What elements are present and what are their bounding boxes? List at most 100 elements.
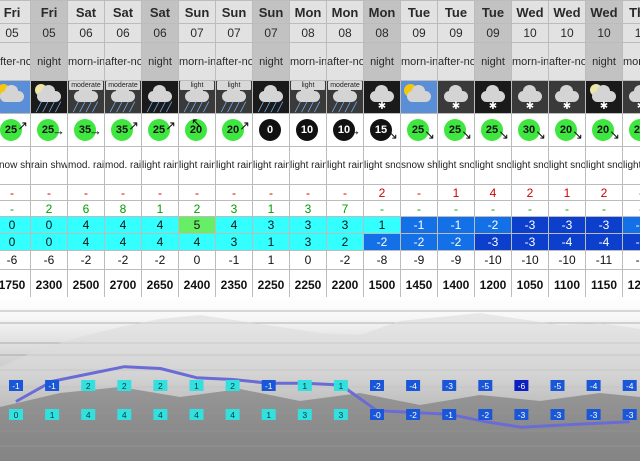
snow-amount-cell: 3 xyxy=(289,200,327,217)
row-weather: ╱╱╱╱ ╱╱╱╱ moderate ╱╱╱╱ moderate ╱╱╱╱ ╱╱╱╱ ligh… xyxy=(0,80,640,114)
weather-icon: ✱ xyxy=(365,82,400,113)
chart-data-label: 4 xyxy=(117,409,132,420)
date-cell: 06 xyxy=(67,23,105,43)
day-cell: Sat xyxy=(141,0,179,24)
chart-label-text: -1 xyxy=(48,381,56,391)
chart-label-text: 2 xyxy=(122,381,127,391)
wind-cell: 10 → xyxy=(326,113,364,147)
rain-amount-cell: - xyxy=(141,184,179,201)
wind-icon: 20 ↗ xyxy=(218,117,250,141)
weather-cell: ╱╱╱╱ xyxy=(141,80,179,114)
temp-min-cell: -3 xyxy=(511,233,549,251)
temp-max-cell: 4 xyxy=(104,216,142,234)
snowflake-icon: ✱ xyxy=(562,101,572,112)
snow-amount-cell: - xyxy=(0,200,31,217)
date-cell: 05 xyxy=(30,23,68,43)
weather-cell: ✱ xyxy=(474,80,512,114)
weather-icon: ╱╱╱╱ moderate xyxy=(106,81,141,113)
weather-icon xyxy=(0,82,30,113)
weather-icon: ╱╱╱╱ light xyxy=(217,81,252,113)
temp-max-cell: -3 xyxy=(511,216,549,234)
chart-data-label: -2 xyxy=(478,409,493,420)
chart-label-text: -1 xyxy=(445,410,453,420)
chart-label-text: -2 xyxy=(409,410,417,420)
chart-data-label: -1 xyxy=(442,409,457,420)
wind-icon: 20 ↘ xyxy=(588,118,620,142)
date-cell: 08 xyxy=(326,23,364,43)
summary-cell: rain shwrs xyxy=(30,146,68,185)
rain-amount-cell: 4 xyxy=(474,184,512,201)
rain-amount-cell: - xyxy=(0,184,31,201)
row-wind-chill: -6-6-2-2-20-110-2-8-9-9-10-10-10-11-9 xyxy=(0,250,640,270)
day-cell: Tue xyxy=(400,0,438,24)
cloud-icon xyxy=(259,85,283,102)
wind-direction-arrow-icon: ↘ xyxy=(461,126,472,142)
chart-data-label: 4 xyxy=(189,409,204,420)
wind-chill-cell: -9 xyxy=(400,250,438,270)
weather-icon: ╱╱╱╱ xyxy=(32,82,67,113)
wind-icon: 30 ↘ xyxy=(514,118,546,141)
time-of-day-cell: morn-ing xyxy=(622,42,640,81)
intensity-tag: light xyxy=(180,81,214,90)
wind-cell: 20 ↘ xyxy=(585,113,623,147)
cloud-icon xyxy=(148,85,172,102)
snow-amount-cell: - xyxy=(548,200,586,217)
temp-min-cell: -4 xyxy=(548,233,586,251)
temp-max-cell: 0 xyxy=(0,216,31,234)
time-of-day-cell: morn-ing xyxy=(511,42,549,81)
snowflake-icon: ✱ xyxy=(451,101,461,112)
time-of-day-cell: after-noon xyxy=(326,42,364,81)
chart-data-label: 1 xyxy=(333,380,348,391)
wind-chill-cell: -6 xyxy=(0,250,31,270)
chart-label-text: 2 xyxy=(230,381,235,391)
rain-amount-cell: - xyxy=(30,184,68,201)
wind-icon: 25 ↗ xyxy=(0,118,28,141)
chart-data-label: -4 xyxy=(406,380,421,391)
snowflake-icon: ✱ xyxy=(377,101,387,112)
temp-max-cell: -2 xyxy=(622,216,640,234)
snow-amount-cell: 6 xyxy=(67,200,105,217)
snow-amount-cell: - xyxy=(585,200,623,217)
rain-amount-cell: - xyxy=(252,184,290,201)
wind-chill-cell: -10 xyxy=(474,250,512,270)
chart-label-text: -2 xyxy=(373,381,381,391)
summary-cell: light snow xyxy=(474,146,512,185)
freezing-level-cell: 1400 xyxy=(437,269,475,301)
freezing-level-cell: 2400 xyxy=(178,269,216,301)
chart-label-text: 1 xyxy=(339,381,344,391)
chart-data-label: -0 xyxy=(370,409,384,420)
time-of-day-cell: morn-ing xyxy=(178,42,216,81)
chart-label-text: 1 xyxy=(266,410,271,420)
wind-icon: 20 ↘ xyxy=(551,118,583,141)
weather-cell: ✱ xyxy=(437,80,475,114)
rain-amount-cell: - xyxy=(104,184,142,201)
chart-label-text: -3 xyxy=(445,381,453,391)
chart-data-label: 1 xyxy=(261,409,276,420)
temp-min-cell: 3 xyxy=(215,233,253,251)
freezing-level-cell: 1100 xyxy=(548,269,586,301)
summary-cell: light rain xyxy=(252,146,290,185)
temp-max-cell: 4 xyxy=(215,216,253,234)
chart-label-text: -1 xyxy=(12,381,20,391)
intensity-tag: moderate xyxy=(106,81,140,90)
chart-data-label: 0 xyxy=(9,409,23,420)
wind-chill-cell: -2 xyxy=(141,250,179,270)
time-of-day-cell: morn-ing xyxy=(67,42,105,81)
temp-max-cell: 3 xyxy=(326,216,364,234)
wind-direction-arrow-icon: ↘ xyxy=(609,126,620,142)
snowflake-icon: ✱ xyxy=(488,101,498,112)
freezing-level-chart: -1 -1 2 2 2 1 2 -1 1 1 -2 -4 -3 -5 -6 -5 -4 -4 0 1 4 4 4 4 4 1 3 3 -… xyxy=(0,297,640,461)
weather-icon: ╱╱╱╱ moderate xyxy=(328,81,363,113)
cloud-icon xyxy=(0,85,24,102)
time-of-day-cell: after-noon xyxy=(437,42,475,81)
wind-direction-arrow-icon: ↗ xyxy=(239,117,250,133)
chart-label-text: 3 xyxy=(339,410,344,420)
chart-data-label: -1 xyxy=(261,380,276,391)
day-cell: Sat xyxy=(67,0,105,24)
temp-max-cell: -1 xyxy=(400,216,438,234)
wind-cell: 20 ↖ xyxy=(178,113,216,147)
weather-icon: ╱╱╱╱ moderate xyxy=(69,81,104,113)
freezing-level-cell: 1050 xyxy=(511,269,549,301)
chart-label-text: 2 xyxy=(86,381,91,391)
weather-cell: ╱╱╱╱ moderate xyxy=(104,80,142,114)
